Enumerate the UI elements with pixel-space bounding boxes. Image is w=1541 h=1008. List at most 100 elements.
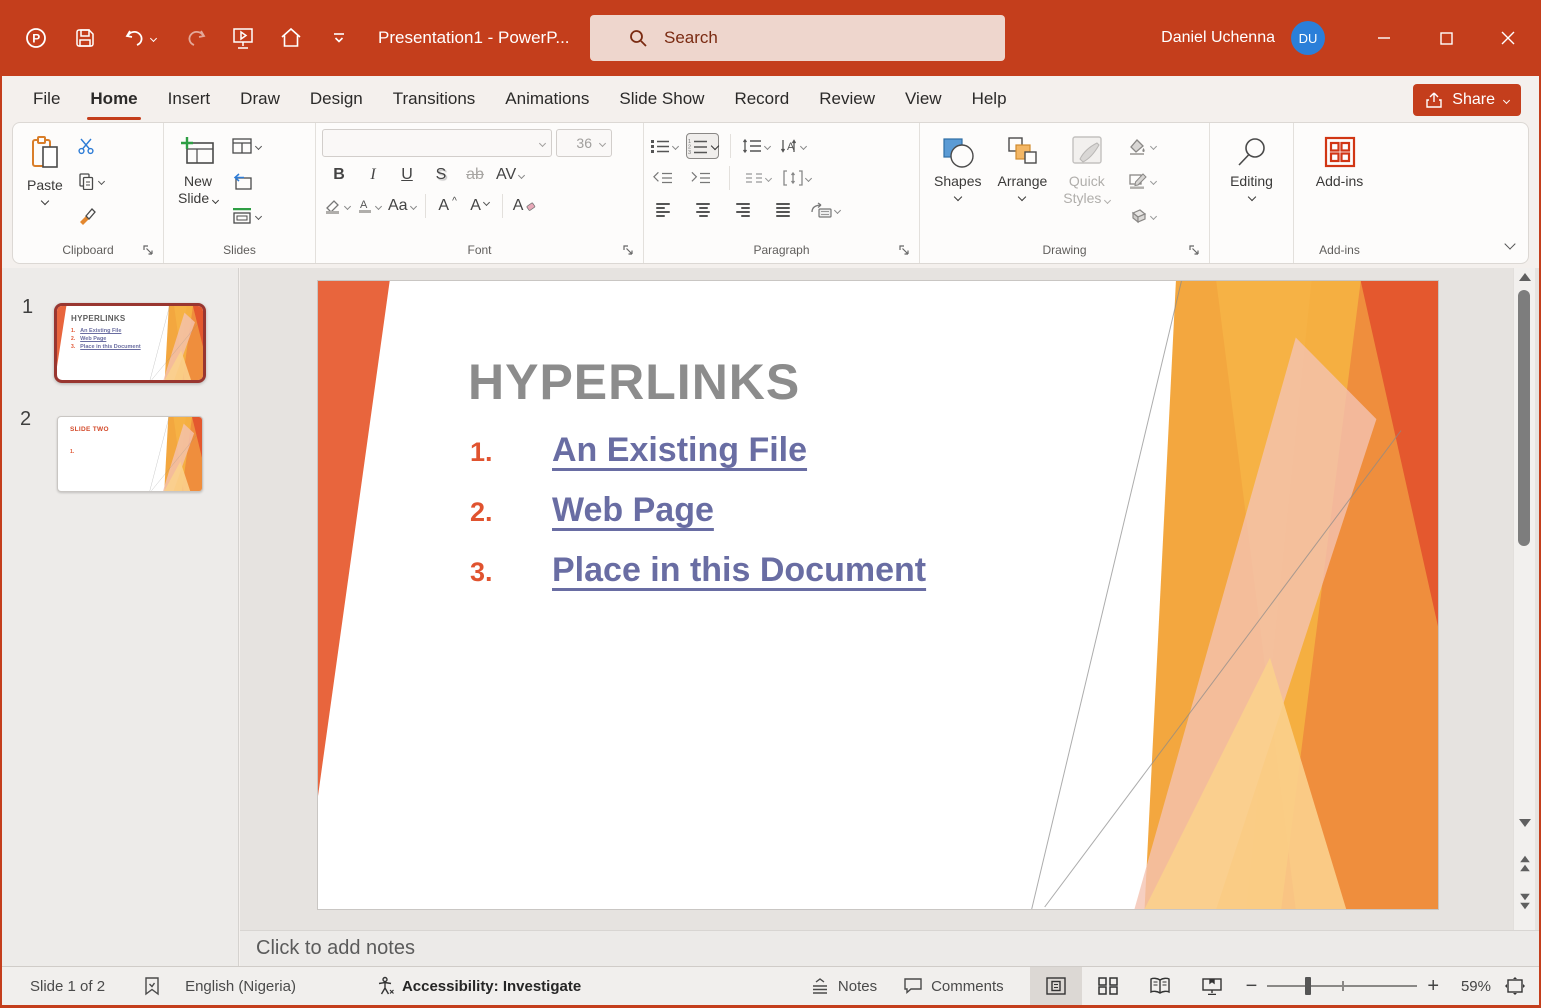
addins-button[interactable]: Add-ins: [1308, 129, 1371, 192]
slide-sorter-view-button[interactable]: [1082, 967, 1134, 1005]
font-size-combobox[interactable]: 36: [556, 129, 612, 157]
reading-view-button[interactable]: [1134, 967, 1186, 1005]
paste-button[interactable]: Paste: [19, 129, 71, 206]
tab-review[interactable]: Review: [804, 76, 890, 122]
shrink-font-button[interactable]: A: [467, 193, 493, 219]
spell-check-icon[interactable]: [143, 976, 161, 996]
next-slide-icon[interactable]: [1517, 894, 1533, 908]
tab-insert[interactable]: Insert: [153, 76, 226, 122]
drawing-dialog-launcher-icon[interactable]: [1188, 244, 1201, 257]
tab-transitions[interactable]: Transitions: [378, 76, 491, 122]
shape-outline-button[interactable]: [1124, 168, 1160, 194]
comments-button[interactable]: Comments: [903, 977, 1004, 995]
accessibility-icon[interactable]: [376, 976, 396, 996]
notes-pane[interactable]: Click to add notes: [240, 930, 1539, 966]
reset-slide-button[interactable]: [228, 168, 265, 194]
powerpoint-logo-icon[interactable]: P: [24, 25, 50, 51]
share-button[interactable]: Share: [1413, 84, 1521, 116]
align-right-button[interactable]: [730, 197, 756, 223]
change-case-button[interactable]: Aa: [388, 193, 416, 219]
font-dialog-launcher-icon[interactable]: [622, 244, 635, 257]
slide-title[interactable]: HYPERLINKS: [468, 353, 800, 411]
home-icon[interactable]: [278, 25, 304, 51]
paragraph-dialog-launcher-icon[interactable]: [898, 244, 911, 257]
zoom-out-button[interactable]: −: [1246, 976, 1258, 996]
previous-slide-icon[interactable]: [1517, 856, 1533, 870]
convert-to-smartart-button[interactable]: [810, 197, 840, 223]
tab-draw[interactable]: Draw: [225, 76, 295, 122]
tab-file[interactable]: File: [18, 76, 75, 122]
line-spacing-button[interactable]: [742, 133, 770, 159]
normal-view-button[interactable]: [1030, 967, 1082, 1005]
accessibility-status[interactable]: Accessibility: Investigate: [402, 978, 581, 995]
text-direction-button[interactable]: A: [778, 133, 806, 159]
avatar[interactable]: DU: [1291, 21, 1325, 55]
columns-button[interactable]: [745, 165, 771, 191]
hyperlink-place-in-document[interactable]: Place in this Document: [552, 551, 926, 590]
slide-canvas[interactable]: HYPERLINKS 1. An Existing File 2. Web Pa…: [317, 280, 1439, 910]
section-button[interactable]: [228, 203, 265, 229]
tab-home[interactable]: Home: [75, 76, 152, 122]
clear-formatting-button[interactable]: A: [512, 193, 538, 219]
strikethrough-button[interactable]: ab: [462, 162, 488, 188]
zoom-slider-thumb[interactable]: [1305, 977, 1311, 995]
scroll-up-icon[interactable]: [1517, 270, 1533, 284]
align-text-button[interactable]: [783, 165, 811, 191]
font-name-combobox[interactable]: [322, 129, 552, 157]
collapse-ribbon-icon[interactable]: [1506, 235, 1514, 253]
zoom-in-button[interactable]: +: [1427, 976, 1439, 996]
character-spacing-button[interactable]: AV: [496, 162, 524, 188]
undo-icon[interactable]: [120, 25, 160, 51]
shape-effects-button[interactable]: [1124, 203, 1160, 229]
new-slide-button[interactable]: NewSlide: [170, 129, 226, 209]
align-center-button[interactable]: [690, 197, 716, 223]
zoom-slider[interactable]: [1267, 985, 1417, 987]
tab-record[interactable]: Record: [719, 76, 804, 122]
text-shadow-button[interactable]: S: [428, 162, 454, 188]
align-left-button[interactable]: [650, 197, 676, 223]
tab-slide-show[interactable]: Slide Show: [604, 76, 719, 122]
increase-indent-button[interactable]: [688, 165, 714, 191]
close-button[interactable]: [1477, 0, 1539, 76]
slide-2-thumbnail[interactable]: SLIDE TWO 1.: [57, 416, 203, 492]
shape-fill-button[interactable]: [1124, 133, 1160, 159]
redo-icon[interactable]: [182, 25, 208, 51]
search-input[interactable]: Search: [590, 15, 1005, 61]
tab-animations[interactable]: Animations: [490, 76, 604, 122]
hyperlink-web-page[interactable]: Web Page: [552, 491, 714, 530]
tab-design[interactable]: Design: [295, 76, 378, 122]
slide-layout-button[interactable]: [228, 133, 265, 159]
slide-1-thumbnail[interactable]: HYPERLINKS 1.An Existing File 2.Web Page…: [54, 303, 206, 383]
scrollbar-thumb[interactable]: [1518, 290, 1530, 546]
hyperlink-existing-file[interactable]: An Existing File: [552, 431, 807, 470]
tab-view[interactable]: View: [890, 76, 957, 122]
justify-button[interactable]: [770, 197, 796, 223]
slideshow-view-button[interactable]: [1186, 967, 1238, 1005]
editing-button[interactable]: Editing: [1222, 129, 1281, 202]
notes-toggle-button[interactable]: Notes: [810, 978, 877, 995]
shapes-button[interactable]: Shapes: [926, 129, 989, 202]
arrange-button[interactable]: Arrange: [989, 129, 1055, 202]
cut-button[interactable]: [73, 133, 108, 159]
maximize-button[interactable]: [1415, 0, 1477, 76]
customize-qat-icon[interactable]: [326, 25, 352, 51]
numbering-button[interactable]: 123: [686, 133, 719, 159]
minimize-button[interactable]: [1353, 0, 1415, 76]
language-indicator[interactable]: English (Nigeria): [185, 978, 296, 995]
slide-body-list[interactable]: 1. An Existing File 2. Web Page 3. Place…: [470, 431, 926, 590]
grow-font-button[interactable]: A^: [435, 193, 461, 219]
font-color-button[interactable]: A: [356, 193, 382, 219]
bold-button[interactable]: B: [326, 162, 352, 188]
user-name[interactable]: Daniel Uchenna: [1161, 29, 1275, 47]
copy-button[interactable]: [73, 168, 108, 194]
tab-help[interactable]: Help: [957, 76, 1022, 122]
clipboard-dialog-launcher-icon[interactable]: [142, 244, 155, 257]
slideshow-from-start-icon[interactable]: [230, 25, 256, 51]
underline-button[interactable]: U: [394, 162, 420, 188]
highlight-color-button[interactable]: [324, 193, 350, 219]
vertical-scrollbar[interactable]: [1513, 268, 1535, 930]
scroll-down-icon[interactable]: [1517, 816, 1533, 830]
italic-button[interactable]: I: [360, 162, 386, 188]
zoom-level[interactable]: 59%: [1447, 978, 1491, 995]
fit-slide-to-window-button[interactable]: [1491, 967, 1539, 1005]
